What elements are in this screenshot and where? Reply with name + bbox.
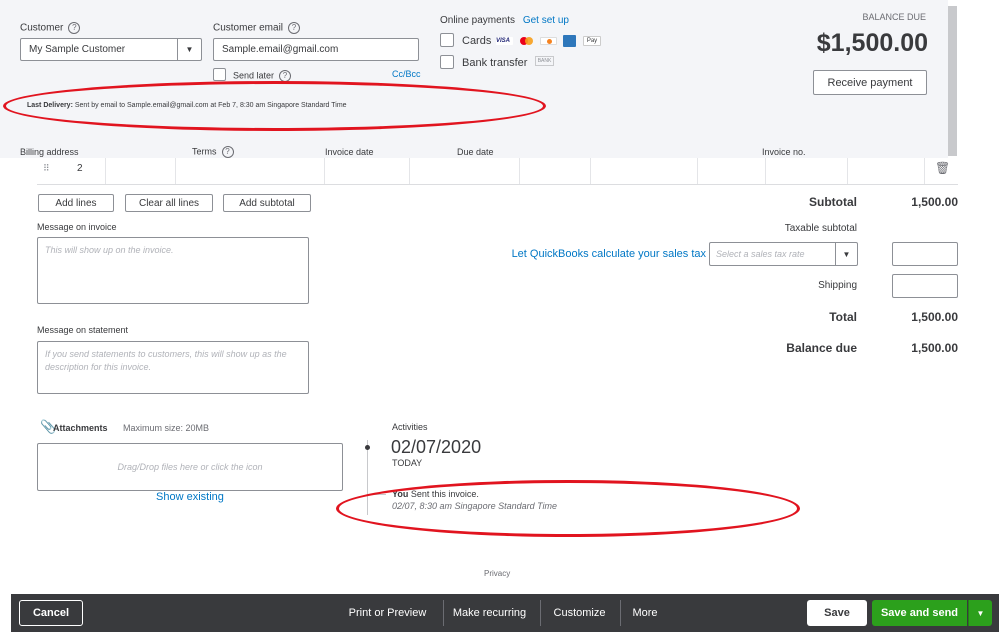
balance-due-summary-label: Balance due (786, 341, 857, 355)
subtotal-label: Subtotal (809, 195, 857, 209)
online-payments-label: Online payments Get set up (440, 15, 569, 26)
customer-email-field[interactable]: Sample.email@gmail.com (213, 38, 419, 61)
chevron-down-icon: ▼ (835, 242, 857, 266)
tax-amount-field[interactable] (892, 242, 958, 266)
mastercard-icon (518, 37, 534, 45)
activity-timestamp: 02/07, 8:30 am Singapore Standard Time (392, 501, 558, 511)
shipping-label: Shipping (818, 280, 857, 291)
line-item-row[interactable]: ⠿ 2 🗑 (37, 158, 958, 185)
save-and-send-dropdown-icon[interactable]: ▼ (968, 600, 992, 626)
header-scrollbar[interactable] (948, 6, 957, 156)
balance-due-summary-value: 1,500.00 (911, 341, 958, 355)
cards-checkbox[interactable] (440, 33, 454, 47)
visa-icon: VISA (496, 37, 513, 45)
drag-handle-icon[interactable]: ⠿ (43, 163, 50, 174)
clear-all-lines-button[interactable]: Clear all lines (125, 194, 213, 212)
customer-label: Customer? (20, 22, 81, 34)
privacy-link[interactable]: Privacy (484, 569, 510, 578)
invoice-no-label: Invoice no. (762, 147, 806, 157)
print-preview-button[interactable]: Print or Preview (341, 600, 434, 626)
attachments-label: Attachments (53, 423, 108, 433)
save-button[interactable]: Save (807, 600, 867, 626)
attachment-dropzone[interactable]: Drag/Drop files here or click the icon (37, 443, 343, 491)
message-on-statement-field[interactable]: If you send statements to customers, thi… (37, 341, 309, 394)
show-existing-link[interactable]: Show existing (156, 491, 224, 503)
customer-help-icon[interactable]: ? (68, 22, 81, 34)
apple-pay-icon: Pay (583, 36, 601, 46)
max-size-label: Maximum size: 20MB (123, 423, 210, 433)
customer-select[interactable]: My Sample Customer ▼ (20, 38, 202, 61)
activity-today-label: TODAY (392, 458, 423, 468)
subtotal-value: 1,500.00 (911, 195, 958, 209)
message-on-statement-label: Message on statement (37, 325, 129, 335)
bank-transfer-checkbox[interactable] (440, 55, 454, 69)
last-delivery-text: Last Delivery: Sent by email to Sample.e… (27, 102, 347, 109)
send-later-label: Send later? (233, 70, 292, 82)
email-help-icon[interactable]: ? (288, 22, 301, 34)
activity-entry: You Sent this invoice. (392, 489, 479, 499)
timeline-dot (365, 445, 370, 450)
more-button[interactable]: More (625, 600, 665, 626)
cards-label: Cards (462, 35, 492, 47)
total-value: 1,500.00 (911, 310, 958, 324)
cc-bcc-link[interactable]: Cc/Bcc (392, 69, 421, 79)
invoice-date-label: Invoice date (325, 147, 374, 157)
shipping-field[interactable] (892, 274, 958, 298)
send-later-help-icon[interactable]: ? (279, 70, 292, 82)
balance-due-amount: $1,500.00 (816, 29, 928, 57)
terms-label: Terms? (192, 146, 234, 158)
bank-transfer-label: Bank transfer (462, 57, 528, 69)
billing-address-label: Billing address (20, 147, 79, 157)
message-on-invoice-field[interactable]: This will show up on the invoice. (37, 237, 309, 304)
send-later-checkbox[interactable] (213, 68, 226, 81)
customize-button[interactable]: Customize (547, 600, 612, 626)
timeline-tick (368, 494, 386, 495)
email-label: Customer email? (213, 22, 301, 34)
sales-tax-link[interactable]: Let QuickBooks calculate your sales tax (470, 248, 706, 260)
timeline-line (367, 440, 368, 515)
make-recurring-button[interactable]: Make recurring (448, 600, 531, 626)
terms-help-icon[interactable]: ? (221, 146, 234, 158)
add-lines-button[interactable]: Add lines (38, 194, 114, 212)
trash-icon[interactable]: 🗑 (935, 161, 950, 175)
save-and-send-button[interactable]: Save and send (872, 600, 967, 626)
due-date-label: Due date (457, 147, 494, 157)
line-number: 2 (77, 163, 83, 174)
cancel-button[interactable]: Cancel (19, 600, 83, 626)
message-on-invoice-label: Message on invoice (37, 222, 117, 232)
activities-label: Activities (392, 422, 428, 432)
total-label: Total (829, 310, 857, 324)
taxable-subtotal-label: Taxable subtotal (784, 223, 857, 234)
chevron-down-icon: ▼ (177, 38, 201, 61)
balance-due-label: BALANCE DUE (862, 12, 926, 22)
amex-icon (563, 35, 576, 47)
sales-tax-rate-select[interactable]: Select a sales tax rate ▼ (709, 242, 858, 266)
footer-bar: Cancel Print or Preview Make recurring C… (11, 594, 999, 632)
add-subtotal-button[interactable]: Add subtotal (223, 194, 311, 212)
receive-payment-button[interactable]: Receive payment (813, 70, 927, 95)
bank-icon: BANK (535, 56, 554, 66)
activity-date: 02/07/2020 (391, 437, 482, 457)
get-set-up-link[interactable]: Get set up (523, 15, 569, 26)
discover-icon (540, 37, 557, 45)
